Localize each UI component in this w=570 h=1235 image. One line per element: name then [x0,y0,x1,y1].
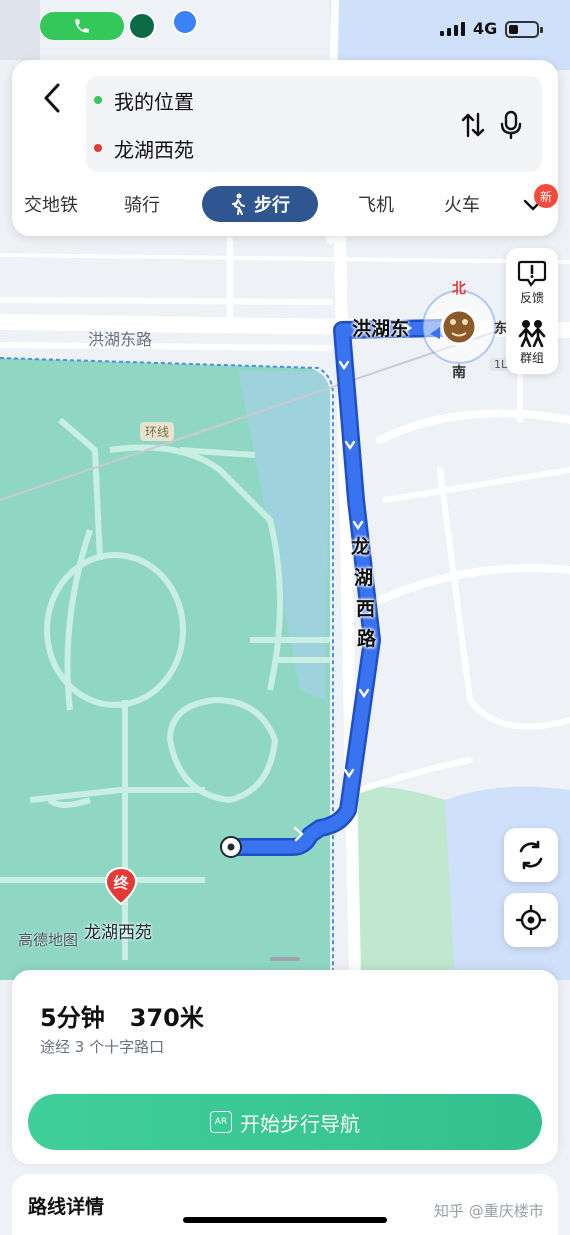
destination-pin-label: 终 [113,874,129,892]
home-indicator[interactable] [183,1217,387,1223]
swap-route-button[interactable] [458,110,488,140]
network-type: 4G [473,19,498,38]
tab-cycling-label: 骑行 [124,195,160,216]
destination-text: 龙湖西苑 [114,137,194,162]
tab-flight-label: 飞机 [358,195,394,216]
tab-subway-label: 交地铁 [24,195,78,216]
route-road-label-v2: 湖 [354,567,374,589]
origin-text: 我的位置 [114,89,194,114]
transport-mode-tabs: 交地铁 骑行 步行 飞机 火车 [12,182,558,226]
refresh-icon [519,840,543,870]
road-label-honghu-east: 洪湖东路 [88,330,153,349]
origin-field[interactable]: 我的位置 [94,80,194,120]
feedback-label: 反馈 [519,290,544,305]
destination-field[interactable]: 龙湖西苑 [94,128,194,168]
route-time-distance: 5分钟 370米 [40,1004,204,1032]
route-via-info: 途经 3 个十字路口 [40,1038,165,1056]
route-detail-title: 路线详情 [28,1196,105,1218]
ar-icon: AR [210,1111,232,1133]
route-road-label-v3: 西 [356,598,376,620]
compass-north: 北 [452,281,466,297]
group-button[interactable]: 群组 [506,312,558,372]
tab-flight[interactable]: 飞机 [346,186,406,222]
tab-walking-label: 步行 [254,195,290,216]
swap-arrows-icon [461,112,485,138]
start-navigation-label: 开始步行导航 [240,1111,360,1136]
locate-me-button[interactable] [504,893,558,947]
destination-pin[interactable]: 终 [104,866,138,906]
map-logo: 高德地图 [18,931,79,949]
ongoing-call-pill[interactable] [40,12,124,40]
destination-dot-icon [94,144,102,152]
feedback-button[interactable]: 反馈 [506,252,558,312]
route-summary-card: 5分钟 370米 途经 3 个十字路口 AR 开始步行导航 [12,970,558,1164]
new-badge: 新 [534,184,558,208]
voice-input-button[interactable] [496,108,526,142]
chevron-left-icon [44,83,60,113]
destination-map-label: 龙湖西苑 [84,923,152,943]
transit-app-icon [172,9,198,35]
group-label: 群组 [519,350,544,365]
refresh-route-button[interactable] [504,828,558,882]
tab-walking[interactable]: 步行 [202,186,318,222]
walking-person-icon [232,193,245,215]
sheet-drag-handle[interactable] [270,957,300,961]
feedback-icon [517,260,547,287]
microphone-icon [500,110,522,140]
origin-dot-icon [94,96,102,104]
cellular-signal-icon [440,22,465,36]
route-road-label-top: 洪湖东 [352,318,410,340]
tab-train-label: 火车 [444,195,480,216]
route-inputs: 我的位置 龙湖西苑 [86,76,542,172]
crosshair-locate-icon [516,905,546,935]
back-button[interactable] [34,78,70,118]
tab-subway[interactable]: 交地铁 [16,186,86,222]
starbucks-app-icon [128,12,156,40]
tab-train[interactable]: 火车 [432,186,492,222]
watermark: 知乎 @重庆楼市 [434,1202,544,1220]
battery-level [509,25,519,34]
compass-south: 南 [452,365,466,381]
status-bar: 4G [0,0,570,60]
tab-cycling[interactable]: 骑行 [112,186,172,222]
route-road-label-v4: 路 [357,628,377,650]
group-people-icon [518,319,546,347]
ring-line-label: 环线 [140,422,175,441]
route-road-label-v1: 龙 [351,536,371,558]
phone-icon [75,19,89,33]
battery-icon [505,21,543,38]
side-tools-panel: 反馈 群组 [506,248,558,374]
route-planner-card: 我的位置 龙湖西苑 交地铁 骑行 步行 飞机 火车 新 [12,60,558,236]
start-walking-navigation-button[interactable]: AR 开始步行导航 [28,1094,542,1150]
